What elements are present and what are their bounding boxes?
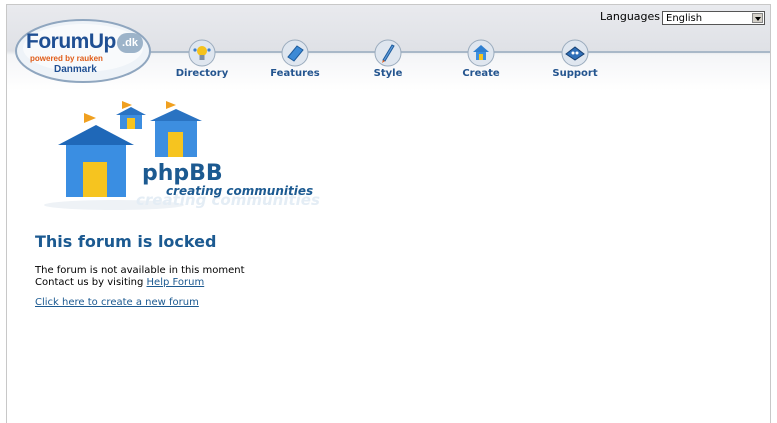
house-icon (467, 39, 495, 67)
nav-label: Directory (175, 68, 229, 79)
forumup-logo[interactable]: ForumUp .dk powered by rauken Danmark (14, 18, 152, 84)
message-line-1: The forum is not available in this momen… (35, 265, 245, 276)
logo-brand: ForumUp (26, 30, 116, 53)
help-forum-link[interactable]: Help Forum (147, 277, 205, 288)
nav-features[interactable]: Features (255, 38, 335, 79)
language-selected: English (666, 13, 703, 24)
phpbb-wordmark: phpBB (142, 161, 223, 186)
logo-badge: .dk (117, 33, 143, 53)
nav-label: Support (552, 68, 598, 79)
nav-directory[interactable]: Directory (162, 38, 242, 79)
nav-label: Features (270, 68, 320, 79)
contact-text: Contact us by visiting (35, 277, 147, 288)
phpbb-logo: phpBB creating communities creating comm… (34, 97, 344, 212)
pen-icon (374, 39, 402, 67)
logo-tagline: powered by rauken (30, 54, 103, 63)
book-icon (281, 39, 309, 67)
nav-label: Style (373, 68, 403, 79)
phpbb-tagline: creating communities (166, 184, 313, 198)
logo-region: Danmark (54, 64, 97, 75)
nav-create[interactable]: Create (441, 38, 521, 79)
puzzle-icon (561, 39, 589, 67)
lightbulb-icon (188, 39, 216, 67)
language-select[interactable]: English (662, 11, 765, 25)
create-forum-link[interactable]: Click here to create a new forum (35, 297, 199, 308)
page-title: This forum is locked (35, 232, 217, 251)
nav-style[interactable]: Style (348, 38, 428, 79)
languages-label: Languages (600, 10, 661, 23)
nav-support[interactable]: Support (535, 38, 615, 79)
nav-label: Create (462, 68, 500, 79)
message-line-2: Contact us by visiting Help Forum (35, 277, 204, 288)
chevron-down-icon[interactable] (752, 13, 763, 23)
